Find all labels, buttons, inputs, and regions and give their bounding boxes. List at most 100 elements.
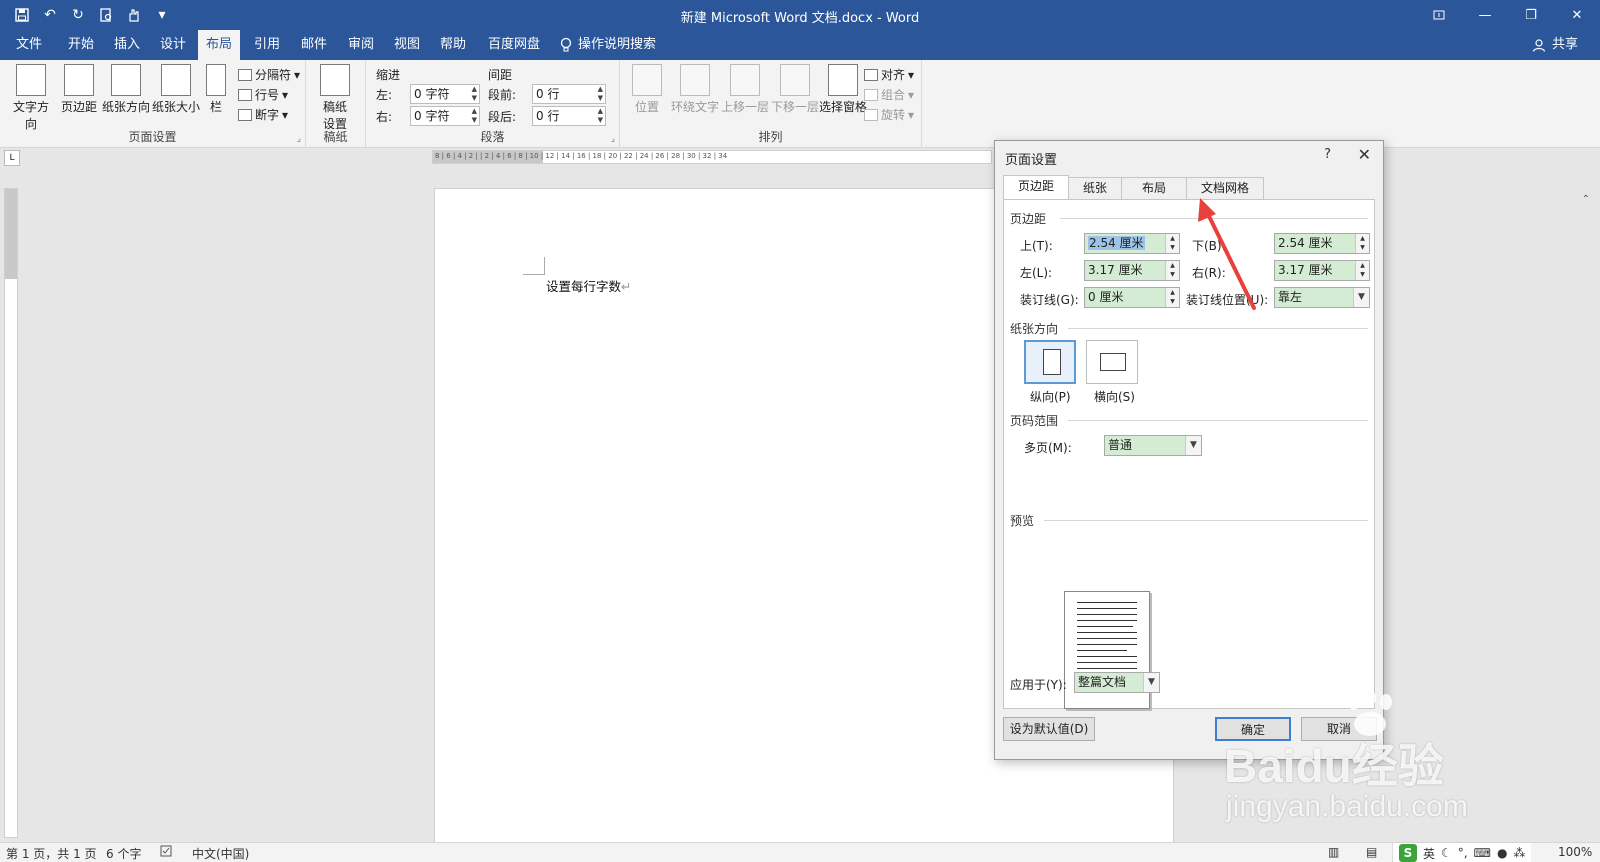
tab-layout[interactable]: 布局 xyxy=(198,30,241,60)
tell-me-label: 操作说明搜索 xyxy=(578,37,657,52)
right-margin-input[interactable]: 3.17 厘米 ▲ ▼ xyxy=(1274,260,1370,281)
selection-pane-button[interactable]: 选择窗格 xyxy=(816,64,870,115)
margins-icon xyxy=(64,64,94,96)
word-count[interactable]: 6 个字 xyxy=(106,845,141,862)
language-indicator[interactable]: 中文(中国) xyxy=(192,845,249,862)
bottom-margin-input[interactable]: 2.54 厘米 ▲ ▼ xyxy=(1274,233,1370,254)
ribbon-display-options-icon[interactable] xyxy=(1416,0,1462,30)
spacing-after-input[interactable]: 0 行 ▲ ▼ xyxy=(532,106,606,126)
gutter-input[interactable]: 0 厘米 ▲ ▼ xyxy=(1084,287,1180,308)
close-window-button[interactable]: ✕ xyxy=(1554,0,1600,30)
window-title: 新建 Microsoft Word 文档.docx - Word xyxy=(680,11,920,26)
indent-left-input[interactable]: 0 字符 ▲ ▼ xyxy=(410,84,480,104)
spinner-icon[interactable]: ▲ ▼ xyxy=(1165,261,1179,280)
spinner-icon[interactable]: ▲ ▼ xyxy=(598,107,603,125)
send-backward-button[interactable]: 下移一层 xyxy=(768,64,822,115)
tab-references[interactable]: 引用 xyxy=(246,30,288,60)
punctuation-icon[interactable]: °, xyxy=(1458,846,1468,860)
orientation-button[interactable]: 纸张方向 xyxy=(98,64,154,115)
zoom-level[interactable]: 100% xyxy=(1558,845,1592,859)
read-mode-icon[interactable]: ▥ xyxy=(1328,845,1339,859)
portrait-page-icon xyxy=(1043,349,1061,375)
spinner-icon[interactable]: ▲ ▼ xyxy=(472,85,477,103)
apply-to-select[interactable]: 整篇文档 ▼ xyxy=(1074,672,1160,693)
group-icon xyxy=(864,88,878,101)
portrait-option[interactable] xyxy=(1024,340,1076,384)
spinner-icon[interactable]: ▲ ▼ xyxy=(598,85,603,103)
tab-mailings[interactable]: 邮件 xyxy=(293,30,335,60)
hyphenation-button[interactable]: 断字 ▾ xyxy=(238,106,288,123)
landscape-option[interactable] xyxy=(1086,340,1138,384)
collapse-ribbon-icon[interactable]: ⌃ xyxy=(1582,194,1590,205)
align-button[interactable]: 对齐 ▾ xyxy=(864,66,914,83)
tab-home[interactable]: 开始 xyxy=(60,30,102,60)
breaks-button[interactable]: 分隔符 ▾ xyxy=(238,66,300,83)
group-label-draft: 稿纸 xyxy=(323,130,348,144)
tab-layout-settings[interactable]: 布局 xyxy=(1121,177,1188,199)
moon-icon[interactable]: ☾ xyxy=(1441,846,1452,860)
indent-right-input[interactable]: 0 字符 ▲ ▼ xyxy=(410,106,480,126)
position-button[interactable]: 位置 xyxy=(624,64,670,115)
minimize-button[interactable]: — xyxy=(1462,0,1508,30)
keyboard-icon[interactable]: ⌨ xyxy=(1474,846,1491,860)
top-margin-input[interactable]: 2.54 厘米 ▲ ▼ xyxy=(1084,233,1180,254)
tab-paper[interactable]: 纸张 xyxy=(1068,177,1123,199)
rotate-button[interactable]: 旋转 ▾ xyxy=(864,106,914,123)
columns-button[interactable]: 栏 xyxy=(202,64,230,115)
sogou-logo-icon[interactable]: S xyxy=(1399,844,1417,862)
chevron-down-icon[interactable]: ▼ xyxy=(1143,673,1159,692)
restore-button[interactable]: ❐ xyxy=(1508,0,1554,30)
page-setup-launcher-icon[interactable]: ⌟ xyxy=(297,134,301,144)
vertical-ruler[interactable] xyxy=(4,188,18,838)
spinner-icon[interactable]: ▲ ▼ xyxy=(1165,288,1179,307)
wrap-text-button[interactable]: 环绕文字 xyxy=(668,64,722,115)
close-dialog-button[interactable]: ✕ xyxy=(1358,145,1371,164)
group-objects-button[interactable]: 组合 ▾ xyxy=(864,86,914,103)
user-icon[interactable]: ● xyxy=(1497,846,1507,860)
gutter-position-select[interactable]: 靠左 ▼ xyxy=(1274,287,1370,308)
tab-file[interactable]: 文件 xyxy=(8,30,50,60)
draft-paper-settings-button[interactable]: 稿纸 设置 xyxy=(312,64,358,132)
tab-margins[interactable]: 页边距 xyxy=(1003,175,1070,199)
spinner-icon[interactable]: ▲ ▼ xyxy=(1355,234,1369,253)
print-layout-icon[interactable]: ▤ xyxy=(1366,845,1377,859)
landscape-page-icon xyxy=(1100,353,1126,371)
tab-baidu-netdisk[interactable]: 百度网盘 xyxy=(480,30,548,60)
set-as-default-button[interactable]: 设为默认值(D) xyxy=(1003,717,1095,741)
page-count[interactable]: 第 1 页，共 1 页 xyxy=(6,845,97,862)
spinner-icon[interactable]: ▲ ▼ xyxy=(472,107,477,125)
ribbon-tabs: 文件 开始 插入 设计 布局 引用 邮件 审阅 视图 帮助 百度网盘 操作说明搜… xyxy=(0,30,1600,60)
share-button[interactable]: 共享 xyxy=(1532,30,1578,60)
text-direction-button[interactable]: 文字方向 xyxy=(8,64,54,132)
tab-help[interactable]: 帮助 xyxy=(432,30,474,60)
bring-forward-button[interactable]: 上移一层 xyxy=(718,64,772,115)
margins-button[interactable]: 页边距 xyxy=(56,64,102,115)
document-text[interactable]: 设置每行字数↵ xyxy=(546,276,632,295)
size-button[interactable]: 纸张大小 xyxy=(148,64,204,115)
portrait-label[interactable]: 纵向(P) xyxy=(1030,388,1071,405)
grid-icon[interactable]: ⁂ xyxy=(1513,846,1525,860)
group-paragraph: 缩进 间距 左: 0 字符 ▲ ▼ 右: 0 字符 ▲ ▼ 段前: 0 行 ▲ ▼ 段后: … xyxy=(366,60,620,148)
spinner-icon[interactable]: ▲ ▼ xyxy=(1355,261,1369,280)
tab-review[interactable]: 审阅 xyxy=(340,30,382,60)
margin-corner-mark xyxy=(523,257,545,275)
chevron-down-icon[interactable]: ▼ xyxy=(1185,436,1201,455)
spacing-before-input[interactable]: 0 行 ▲ ▼ xyxy=(532,84,606,104)
multiple-pages-select[interactable]: 普通 ▼ xyxy=(1104,435,1202,456)
proofing-icon[interactable] xyxy=(160,845,174,860)
horizontal-ruler[interactable]: 8 | 6 | 4 | 2 | | 2 | 4 | 6 | 8 | 10 | 1… xyxy=(432,150,992,164)
line-numbers-button[interactable]: 行号 ▾ xyxy=(238,86,288,103)
tell-me-search[interactable]: 操作说明搜索 xyxy=(560,30,656,60)
left-margin-label: 左(L): xyxy=(1020,266,1053,280)
paragraph-launcher-icon[interactable]: ⌟ xyxy=(611,134,615,144)
landscape-label[interactable]: 横向(S) xyxy=(1094,388,1135,405)
help-button[interactable]: ? xyxy=(1324,147,1331,162)
tab-insert[interactable]: 插入 xyxy=(106,30,148,60)
ime-language[interactable]: 英 xyxy=(1423,845,1435,862)
tab-design[interactable]: 设计 xyxy=(152,30,194,60)
left-margin-input[interactable]: 3.17 厘米 ▲ ▼ xyxy=(1084,260,1180,281)
tab-view[interactable]: 视图 xyxy=(386,30,428,60)
chevron-down-icon[interactable]: ▼ xyxy=(1353,288,1369,307)
spinner-icon[interactable]: ▲ ▼ xyxy=(1165,234,1179,253)
tab-selector[interactable]: L xyxy=(4,150,20,166)
